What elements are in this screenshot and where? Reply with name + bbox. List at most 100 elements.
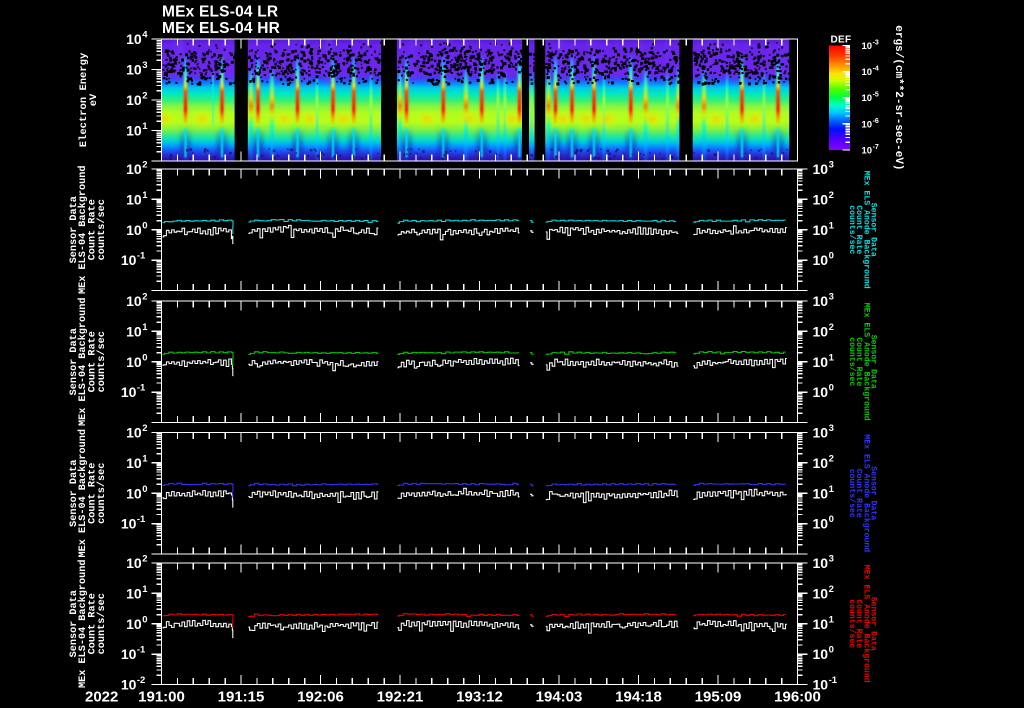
svg-text:10: 10 [813, 646, 829, 662]
svg-text:-3: -3 [873, 39, 879, 46]
svg-text:3: 3 [829, 554, 834, 565]
svg-text:-1: -1 [137, 383, 146, 394]
svg-text:-1: -1 [829, 675, 838, 686]
svg-text:1: 1 [142, 584, 148, 595]
svg-text:10: 10 [126, 555, 142, 571]
svg-text:2022: 2022 [85, 689, 118, 706]
svg-text:0: 0 [829, 645, 834, 656]
svg-text:193:12: 193:12 [456, 689, 503, 706]
svg-text:10: 10 [126, 455, 142, 471]
svg-text:10: 10 [813, 191, 829, 207]
svg-text:10: 10 [126, 354, 142, 370]
svg-text:10: 10 [813, 222, 829, 238]
svg-text:1: 1 [142, 322, 148, 333]
svg-text:3: 3 [829, 292, 834, 303]
svg-text:2: 2 [829, 322, 834, 333]
svg-text:191:00: 191:00 [138, 689, 185, 706]
svg-text:2: 2 [142, 554, 147, 565]
svg-text:0: 0 [142, 220, 147, 231]
svg-text:10: 10 [862, 41, 873, 52]
svg-text:10: 10 [126, 161, 142, 177]
svg-text:10: 10 [862, 67, 873, 78]
svg-text:1: 1 [829, 484, 835, 495]
svg-text:counts/sec: counts/sec [847, 469, 857, 518]
svg-text:192:21: 192:21 [377, 689, 424, 706]
svg-text:10: 10 [126, 62, 142, 78]
svg-text:counts/sec: counts/sec [96, 463, 108, 524]
svg-text:10: 10 [813, 485, 829, 501]
svg-text:1: 1 [829, 352, 835, 363]
svg-text:4: 4 [142, 30, 148, 41]
svg-text:10: 10 [862, 119, 873, 130]
svg-text:10: 10 [121, 646, 137, 662]
svg-text:196:00: 196:00 [774, 689, 821, 706]
svg-text:counts/sec: counts/sec [96, 331, 108, 392]
svg-text:10: 10 [126, 323, 142, 339]
svg-text:10: 10 [126, 31, 142, 47]
svg-text:2: 2 [142, 292, 147, 303]
svg-text:1: 1 [142, 190, 148, 201]
svg-text:10: 10 [862, 93, 873, 104]
svg-text:191:15: 191:15 [218, 689, 265, 706]
svg-text:-1: -1 [137, 251, 146, 262]
svg-text:counts/sec: counts/sec [847, 337, 857, 386]
svg-text:10: 10 [813, 455, 829, 471]
svg-text:192:06: 192:06 [297, 689, 344, 706]
svg-text:3: 3 [829, 423, 834, 434]
svg-text:3: 3 [142, 60, 147, 71]
svg-text:10: 10 [126, 123, 142, 139]
svg-text:10: 10 [813, 616, 829, 632]
svg-text:194:18: 194:18 [615, 689, 662, 706]
svg-text:10: 10 [813, 161, 829, 177]
svg-text:0: 0 [829, 514, 834, 525]
svg-text:counts/sec: counts/sec [96, 199, 108, 260]
svg-text:10: 10 [813, 425, 829, 441]
svg-text:-4: -4 [873, 66, 879, 73]
svg-text:1: 1 [142, 121, 148, 132]
svg-text:2: 2 [142, 423, 147, 434]
svg-text:0: 0 [142, 352, 147, 363]
svg-text:0: 0 [142, 614, 147, 625]
svg-text:10: 10 [813, 293, 829, 309]
svg-text:10: 10 [813, 354, 829, 370]
svg-text:MEx ELS-04 HR: MEx ELS-04 HR [162, 20, 280, 37]
svg-text:10: 10 [121, 384, 137, 400]
svg-text:DEF: DEF [831, 35, 852, 46]
svg-text:-2: -2 [137, 675, 145, 686]
svg-text:10: 10 [813, 384, 829, 400]
svg-text:0: 0 [829, 383, 834, 394]
svg-text:-1: -1 [137, 514, 146, 525]
svg-text:2: 2 [829, 584, 834, 595]
svg-text:10: 10 [126, 616, 142, 632]
svg-text:3: 3 [829, 160, 834, 171]
svg-text:10: 10 [121, 516, 137, 532]
svg-text:10: 10 [126, 293, 142, 309]
svg-text:10: 10 [121, 677, 137, 693]
svg-text:194:03: 194:03 [536, 689, 583, 706]
svg-text:10: 10 [126, 585, 142, 601]
svg-text:10: 10 [126, 222, 142, 238]
svg-text:10: 10 [813, 252, 829, 268]
svg-text:-1: -1 [137, 645, 146, 656]
svg-text:1: 1 [142, 453, 148, 464]
svg-text:counts/sec: counts/sec [96, 593, 108, 654]
svg-text:10: 10 [813, 516, 829, 532]
svg-text:10: 10 [126, 191, 142, 207]
svg-text:-7: -7 [873, 144, 879, 151]
svg-text:eV: eV [88, 93, 100, 106]
svg-text:195:09: 195:09 [695, 689, 742, 706]
svg-text:10: 10 [813, 555, 829, 571]
svg-text:0: 0 [142, 484, 147, 495]
svg-text:10: 10 [813, 323, 829, 339]
svg-text:counts/sec: counts/sec [847, 205, 857, 254]
svg-text:-5: -5 [873, 92, 879, 99]
svg-text:0: 0 [829, 251, 834, 262]
svg-text:counts/sec: counts/sec [847, 599, 857, 648]
svg-text:2: 2 [142, 160, 147, 171]
svg-text:10: 10 [862, 145, 873, 156]
svg-text:10: 10 [813, 585, 829, 601]
svg-text:10: 10 [126, 485, 142, 501]
svg-text:2: 2 [829, 190, 834, 201]
svg-text:2: 2 [142, 91, 147, 102]
svg-text:10: 10 [126, 425, 142, 441]
